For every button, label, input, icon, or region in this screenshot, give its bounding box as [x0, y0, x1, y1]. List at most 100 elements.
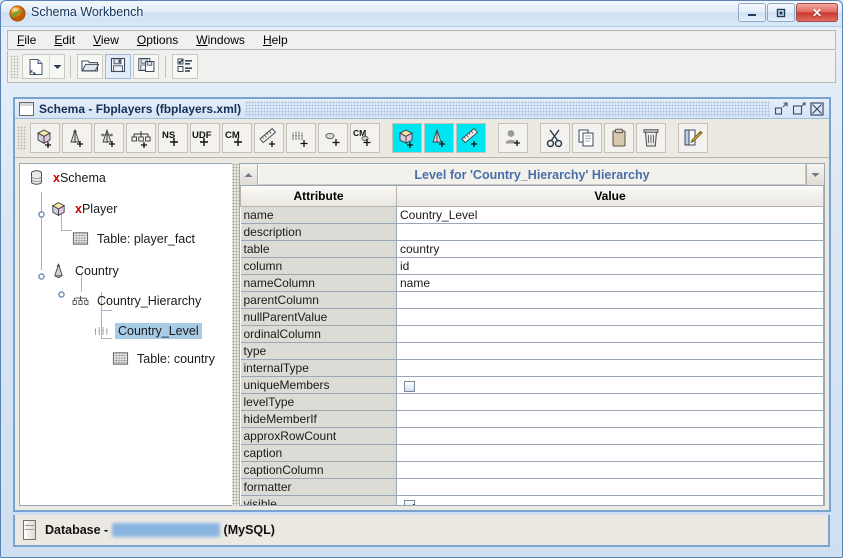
cut-button[interactable]: [540, 123, 570, 153]
add-virtual-cube-button[interactable]: [392, 123, 422, 153]
table-row[interactable]: ordinalColumn: [240, 325, 824, 343]
schema-tree-panel[interactable]: xSchema xPlayer Table: player_fact Count…: [19, 163, 232, 506]
table-row[interactable]: levelType: [240, 393, 824, 411]
add-calculated-member-property-button[interactable]: CM: [350, 123, 380, 153]
property-value-cell[interactable]: Country_Level: [396, 206, 824, 224]
add-measure-button[interactable]: [254, 123, 284, 153]
tree-node-dimension-country[interactable]: Country: [50, 262, 122, 279]
tree-node-schema[interactable]: xSchema: [28, 169, 109, 186]
schema-toolbar-grip[interactable]: [17, 126, 26, 150]
maximize-button[interactable]: [767, 3, 795, 22]
save-as-button[interactable]: [133, 54, 159, 79]
iframe-minimize-button[interactable]: [774, 101, 788, 116]
property-value-cell[interactable]: [396, 393, 824, 411]
table-row[interactable]: parentColumn: [240, 291, 824, 309]
add-cube-button[interactable]: [30, 123, 60, 153]
table-row[interactable]: table country: [240, 240, 824, 258]
new-schema-split-button[interactable]: [22, 54, 65, 79]
previous-element-button[interactable]: [240, 164, 258, 185]
new-document-icon[interactable]: [23, 55, 49, 78]
property-value-cell[interactable]: [396, 291, 824, 309]
add-calculated-member-button[interactable]: CM: [222, 123, 252, 153]
menu-item-view[interactable]: View: [84, 32, 128, 48]
property-table-container[interactable]: Attribute Value name Country_Level descrip…: [239, 185, 825, 506]
tree-expander-country-hierarchy[interactable]: [57, 288, 66, 298]
checkbox-checked[interactable]: [404, 499, 415, 505]
property-value-cell[interactable]: [396, 325, 824, 343]
minimize-button[interactable]: [738, 3, 766, 22]
property-value-cell[interactable]: [396, 427, 824, 445]
property-value-cell[interactable]: name: [396, 274, 824, 292]
table-row[interactable]: internalType: [240, 359, 824, 377]
property-value-cell[interactable]: id: [396, 257, 824, 275]
menu-item-windows[interactable]: Windows: [187, 32, 254, 48]
tree-node-table-country[interactable]: Table: country: [112, 350, 218, 367]
property-value-cell[interactable]: [396, 359, 824, 377]
property-value-cell[interactable]: [396, 478, 824, 496]
table-row[interactable]: name Country_Level: [240, 206, 824, 224]
iframe-close-button[interactable]: [810, 101, 824, 116]
property-value-cell[interactable]: [396, 376, 824, 394]
table-row[interactable]: description: [240, 223, 824, 241]
tree-node-cube-player[interactable]: xPlayer: [50, 200, 120, 217]
iframe-maximize-button[interactable]: [792, 101, 806, 116]
add-role-button[interactable]: [498, 123, 528, 153]
table-row[interactable]: formatter: [240, 478, 824, 496]
property-value-cell[interactable]: [396, 308, 824, 326]
property-value-cell[interactable]: [396, 342, 824, 360]
property-value-cell[interactable]: [396, 444, 824, 462]
paste-button[interactable]: [604, 123, 634, 153]
add-dimension-usage-button[interactable]: [94, 123, 124, 153]
tree-expander-country[interactable]: [37, 270, 46, 280]
preferences-button[interactable]: [172, 54, 198, 79]
table-row[interactable]: caption: [240, 444, 824, 462]
table-row[interactable]: type: [240, 342, 824, 360]
property-value-cell[interactable]: [396, 461, 824, 479]
menu-item-file[interactable]: File: [8, 32, 45, 48]
tree-node-hierarchy-country[interactable]: Country_Hierarchy: [72, 292, 204, 309]
table-row[interactable]: captionColumn: [240, 461, 824, 479]
property-value-cell[interactable]: [396, 495, 824, 505]
add-hierarchy-button[interactable]: [126, 123, 156, 153]
toolbar-grip[interactable]: [10, 54, 19, 79]
add-named-set-button[interactable]: NS: [158, 123, 188, 153]
checkbox-unchecked[interactable]: [404, 380, 415, 392]
add-virtual-cube-measure-button[interactable]: [456, 123, 486, 153]
column-header-attribute[interactable]: Attribute: [240, 186, 397, 207]
property-value-cell[interactable]: country: [396, 240, 824, 258]
column-header-value[interactable]: Value: [396, 186, 824, 207]
copy-button[interactable]: [572, 123, 602, 153]
panel-splitter[interactable]: [232, 163, 239, 506]
table-row[interactable]: nameColumn name: [240, 274, 824, 292]
property-attribute-cell: internalType: [240, 359, 397, 377]
add-level-button[interactable]: [286, 123, 316, 153]
table-row[interactable]: uniqueMembers: [240, 376, 824, 394]
chevron-down-icon[interactable]: [49, 55, 64, 78]
add-user-defined-function-button[interactable]: UDF: [190, 123, 220, 153]
menu-item-help[interactable]: Help: [254, 32, 297, 48]
property-value-cell[interactable]: [396, 410, 824, 428]
tree-node-table-player-fact[interactable]: Table: player_fact: [72, 230, 198, 247]
menu-item-options[interactable]: Options: [128, 32, 187, 48]
property-attribute-cell: nameColumn: [240, 274, 397, 292]
table-grid-icon: [112, 350, 129, 367]
table-row[interactable]: approxRowCount: [240, 427, 824, 445]
table-row[interactable]: hideMemberIf: [240, 410, 824, 428]
delete-button[interactable]: [636, 123, 666, 153]
menu-item-edit[interactable]: Edit: [45, 32, 84, 48]
open-button[interactable]: [77, 54, 103, 79]
close-button[interactable]: ✕: [796, 3, 838, 22]
add-virtual-cube-dimension-button[interactable]: [424, 123, 454, 153]
property-attribute-cell: approxRowCount: [240, 427, 397, 445]
edit-mode-button[interactable]: [678, 123, 708, 153]
property-value-cell[interactable]: [396, 223, 824, 241]
table-row[interactable]: visible: [240, 495, 824, 505]
table-row[interactable]: column id: [240, 257, 824, 275]
save-button[interactable]: [105, 54, 131, 79]
add-property-button[interactable]: [318, 123, 348, 153]
add-dimension-button[interactable]: [62, 123, 92, 153]
tree-expander-player[interactable]: [37, 208, 46, 218]
next-element-button[interactable]: [806, 164, 824, 185]
tree-node-level-country[interactable]: Country_Level: [93, 322, 202, 339]
table-row[interactable]: nullParentValue: [240, 308, 824, 326]
